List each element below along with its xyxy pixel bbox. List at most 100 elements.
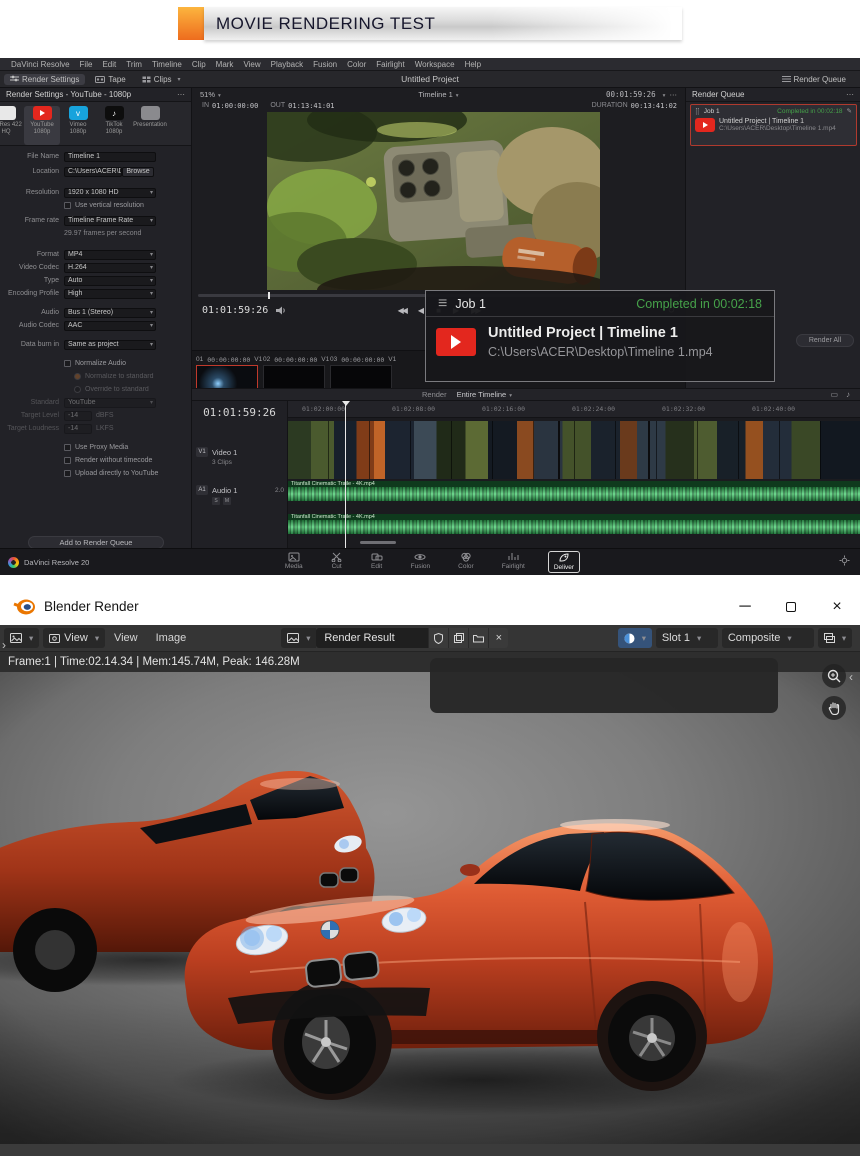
jump-start-button[interactable]: ◀◀ [398, 306, 406, 315]
preset-prores[interactable]: ProRes 422 HQ [0, 106, 24, 145]
preset-tiktok[interactable]: ♪ TikTok 1080p [96, 106, 132, 145]
render-pass-button[interactable] [818, 628, 852, 648]
use-proxy-checkbox[interactable] [64, 444, 71, 451]
preset-youtube[interactable]: YouTube 1080p [24, 106, 60, 145]
timeline-scrollbar[interactable] [360, 541, 396, 544]
upload-youtube-checkbox[interactable] [64, 470, 71, 477]
zoom-in-button[interactable] [822, 664, 846, 688]
queue-options-icon[interactable] [846, 90, 854, 99]
open-image-folder-icon[interactable] [468, 628, 488, 648]
viewer-timeline-select[interactable]: Timeline 1 [192, 90, 685, 99]
expand-region-right-icon[interactable]: ‹ [849, 670, 853, 684]
menu-app[interactable]: DaVinci Resolve [6, 60, 75, 69]
panel-options-icon[interactable] [177, 90, 185, 99]
override-standard-radio[interactable] [74, 386, 81, 393]
solo-button[interactable]: S [212, 497, 220, 505]
video-track-header[interactable]: V1 Video 1 3 Clips [196, 447, 284, 466]
mute-button[interactable]: M [223, 497, 231, 505]
menu-timeline[interactable]: Timeline [147, 60, 187, 69]
mode-dropdown[interactable]: View [43, 628, 105, 648]
preset-presentation[interactable]: Presentation [132, 106, 168, 145]
data-burn-select[interactable]: Same as project [64, 340, 156, 350]
slot-select[interactable]: Slot 1 [656, 628, 718, 648]
video-codec-select[interactable]: H.264 [64, 263, 156, 273]
view-menu[interactable]: View [105, 632, 147, 644]
menu-fairlight[interactable]: Fairlight [371, 60, 409, 69]
flags-icon[interactable]: ▭ [830, 390, 838, 399]
page-cut[interactable]: Cut [326, 551, 348, 573]
image-menu[interactable]: Image [147, 632, 196, 644]
close-button[interactable]: × [814, 588, 860, 625]
image-name-field[interactable]: Render Result [316, 628, 428, 648]
menu-workspace[interactable]: Workspace [410, 60, 460, 69]
page-color[interactable]: Color [453, 551, 479, 573]
minimize-button[interactable]: ─ [722, 588, 768, 625]
render-scope-select[interactable]: Entire Timeline [457, 390, 512, 399]
drag-handle-icon[interactable] [438, 295, 455, 313]
standard-select[interactable]: YouTube [64, 398, 156, 408]
add-to-render-queue-button[interactable]: Add to Render Queue [28, 536, 164, 548]
pan-hand-button[interactable] [822, 696, 846, 720]
blender-titlebar[interactable]: Blender Render ─ × [0, 588, 860, 625]
audio-clip-2[interactable]: Titanfall Cinematic Traile - 4K.mp4 [288, 514, 860, 534]
frame-rate-select[interactable]: Timeline Frame Rate [64, 216, 156, 226]
page-fusion[interactable]: Fusion [406, 551, 436, 573]
preset-vimeo[interactable]: v Vimeo 1080p [60, 106, 96, 145]
menu-playback[interactable]: Playback [266, 60, 308, 69]
no-timecode-checkbox[interactable] [64, 457, 71, 464]
audio-mixer-icon[interactable]: ♪ [846, 390, 850, 399]
encoding-profile-select[interactable]: High [64, 289, 156, 299]
video-clip-filmstrip[interactable] [288, 421, 860, 479]
menu-view[interactable]: View [238, 60, 265, 69]
normalize-standard-radio[interactable] [74, 373, 81, 380]
resolution-select[interactable]: 1920 x 1080 HD [64, 188, 156, 198]
format-select[interactable]: MP4 [64, 250, 156, 260]
normalize-audio-checkbox[interactable] [64, 360, 71, 367]
edit-job-icon[interactable]: ✎ [847, 107, 852, 115]
tape-toggle[interactable]: Tape [89, 74, 131, 85]
unlink-image-icon[interactable]: × [488, 628, 508, 648]
audio-codec-select[interactable]: AAC [64, 321, 156, 331]
audio-select[interactable]: Bus 1 (Stereo) [64, 308, 156, 318]
menu-mark[interactable]: Mark [211, 60, 239, 69]
menu-help[interactable]: Help [460, 60, 486, 69]
target-level-input[interactable]: -14 [64, 411, 92, 421]
render-queue-toggle[interactable]: Render Queue [776, 74, 852, 85]
audio-track-header[interactable]: A1 Audio 1 2.0 S M [196, 485, 284, 505]
fake-user-shield-icon[interactable] [428, 628, 448, 648]
vertical-res-checkbox[interactable] [64, 202, 71, 209]
browse-image-button[interactable] [281, 628, 316, 648]
layer-select[interactable]: Composite [722, 628, 814, 648]
menu-file[interactable]: File [75, 60, 98, 69]
menu-clip[interactable]: Clip [187, 60, 211, 69]
browse-button[interactable]: Browse [122, 167, 154, 177]
type-select[interactable]: Auto [64, 276, 156, 286]
menu-trim[interactable]: Trim [121, 60, 147, 69]
page-deliver[interactable]: Deliver [548, 551, 580, 573]
render-all-button[interactable]: Render All [796, 334, 854, 347]
timeline-playhead[interactable] [345, 401, 346, 548]
display-channels-button[interactable] [618, 628, 652, 648]
render-job-card[interactable]: ⣿ Job 1 Completed in 00:02:18 ✎ Untitled… [690, 104, 857, 146]
audio-clip-1[interactable]: Titanfall Cinematic Traile - 4K.mp4 [288, 481, 860, 501]
page-media[interactable]: Media [280, 551, 308, 573]
file-name-input[interactable]: Timeline 1 [64, 152, 156, 162]
timeline-ruler[interactable]: 01:02:00:00 01:02:08:00 01:02:16:00 01:0… [288, 401, 860, 418]
page-edit[interactable]: Edit [366, 551, 388, 573]
scrub-playhead[interactable] [268, 292, 270, 299]
video-preview[interactable] [267, 112, 600, 290]
expand-region-left-icon[interactable]: › [2, 638, 6, 652]
new-image-icon[interactable] [448, 628, 468, 648]
menu-fusion[interactable]: Fusion [308, 60, 342, 69]
page-fairlight[interactable]: Fairlight [497, 551, 530, 573]
maximize-button[interactable] [768, 588, 814, 625]
target-loudness-input[interactable]: -14 [64, 424, 92, 434]
render-settings-toggle[interactable]: Render Settings [4, 74, 85, 85]
editor-type-button[interactable] [4, 628, 39, 648]
play-reverse-button[interactable]: ◀ [418, 306, 424, 315]
location-input[interactable]: C:\Users\ACER\Desktop [64, 167, 122, 177]
render-viewport[interactable] [0, 672, 860, 1144]
menu-color[interactable]: Color [342, 60, 371, 69]
clips-toggle[interactable]: Clips [136, 74, 187, 85]
menu-edit[interactable]: Edit [97, 60, 121, 69]
